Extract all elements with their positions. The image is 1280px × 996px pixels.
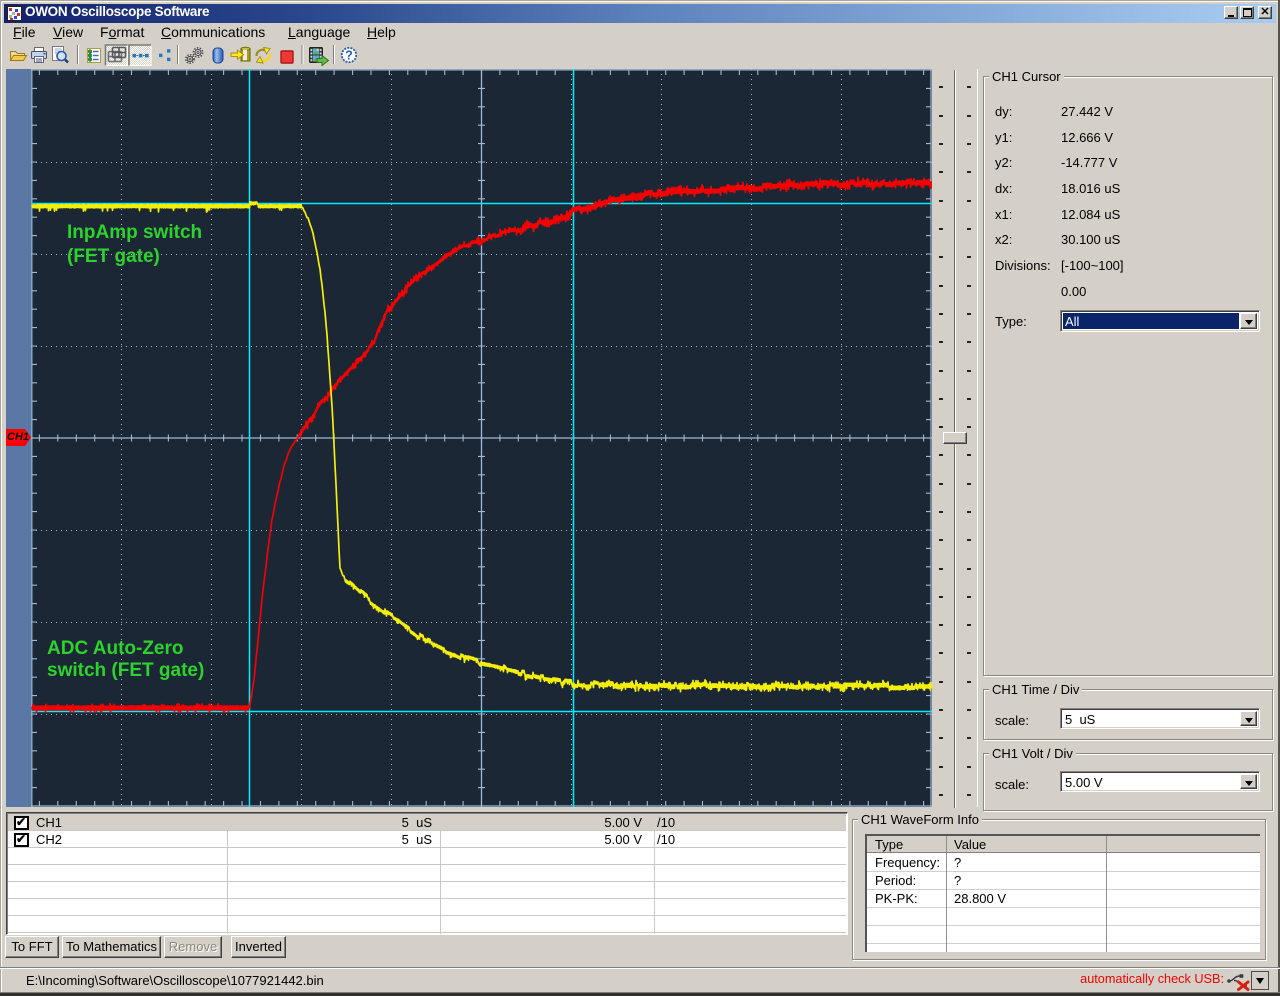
svg-text:switch (FET gate): switch (FET gate) <box>47 660 204 681</box>
svg-text:?: ? <box>345 49 353 63</box>
svg-text:(FET gate): (FET gate) <box>67 246 160 267</box>
svg-text:ADC Auto-Zero: ADC Auto-Zero <box>47 638 184 659</box>
svg-text:InpAmp switch: InpAmp switch <box>67 222 202 243</box>
